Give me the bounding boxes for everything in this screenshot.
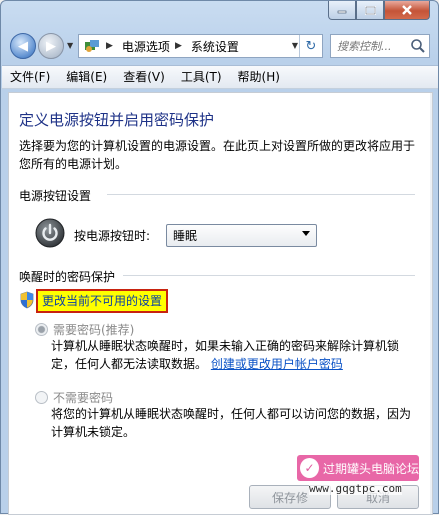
close-button[interactable] — [384, 1, 430, 20]
search-box[interactable] — [330, 34, 430, 58]
watermark-logo-icon: ✓ — [300, 458, 319, 478]
search-icon — [411, 39, 425, 53]
power-button-action-label: 按电源按钮时: — [74, 229, 151, 243]
forum-watermark: ✓ 过期罐头电脑论坛 — [297, 455, 419, 481]
power-button-icon — [35, 218, 65, 248]
menu-file[interactable]: 文件(F) — [2, 66, 58, 88]
page-title: 定义电源按钮并启用密码保护 — [19, 111, 215, 129]
section-divider — [107, 194, 415, 195]
address-bar[interactable]: ▶ 电源选项 ▶ 系统设置 ▼ ↻ — [78, 34, 323, 58]
watermark-url: www.gqgtpc.com — [309, 482, 402, 495]
menu-edit[interactable]: 编辑(E) — [58, 66, 115, 88]
create-password-link[interactable]: 创建或更改用户帐户密码 — [211, 357, 343, 371]
section-divider — [123, 275, 415, 276]
caption-buttons — [328, 1, 430, 21]
breadcrumb-system-settings[interactable]: 系统设置 — [191, 38, 239, 55]
menu-view[interactable]: 查看(V) — [115, 66, 173, 88]
minimize-icon — [337, 10, 347, 14]
refresh-icon: ↻ — [305, 38, 317, 54]
recent-pages-dropdown[interactable]: ▼ — [67, 41, 73, 50]
chevron-down-icon — [302, 231, 310, 236]
power-button-action-select[interactable]: 睡眠 — [166, 224, 317, 247]
breadcrumb-separator-icon: ▶ — [106, 41, 113, 51]
breadcrumb-separator-icon: ▶ — [174, 41, 182, 51]
page-description: 选择要为您的计算机设置的电源设置。在此页上对设置所做的更改将应用于您所有的电源计… — [19, 139, 416, 171]
wake-password-section-label: 唤醒时的密码保护 — [19, 270, 116, 284]
menu-help[interactable]: 帮助(H) — [230, 66, 288, 88]
back-button[interactable]: ◀ — [10, 33, 36, 59]
breadcrumb-power-options[interactable]: 电源选项 — [122, 38, 170, 55]
refresh-button[interactable]: ↻ — [299, 35, 322, 57]
control-panel-icon — [83, 38, 101, 54]
radio-no-password[interactable] — [35, 391, 48, 404]
radio-require-password[interactable] — [35, 323, 48, 336]
menu-bar: 文件(F) 编辑(E) 查看(V) 工具(T) 帮助(H) — [2, 65, 438, 89]
close-icon — [402, 5, 412, 15]
menu-tools[interactable]: 工具(T) — [173, 66, 230, 88]
navigation-bar: ◀ ▶ ▼ ▶ 电源选项 ▶ 系统设置 ▼ ↻ — [1, 29, 438, 61]
window-frame: ◀ ▶ ▼ ▶ 电源选项 ▶ 系统设置 ▼ ↻ 文件(F) 编辑(E) 查看(V… — [0, 0, 439, 515]
power-button-action-value: 睡眠 — [173, 229, 198, 243]
watermark-text: 过期罐头电脑论坛 — [322, 461, 419, 476]
address-dropdown-icon[interactable]: ▼ — [292, 41, 298, 50]
minimize-button[interactable] — [328, 1, 356, 20]
require-password-option[interactable]: 需要密码(推荐) — [35, 321, 134, 338]
require-password-description: 计算机从睡眠状态唤醒时，如果未输入正确的密码来解除计算机锁定，任何人都无法读取数… — [51, 337, 411, 373]
uac-shield-icon — [20, 291, 34, 309]
change-unavailable-settings-link[interactable]: 更改当前不可用的设置 — [36, 289, 169, 313]
content-border — [430, 93, 432, 514]
require-password-label: 需要密码(推荐) — [53, 323, 135, 337]
power-button-section-label: 电源按钮设置 — [19, 189, 92, 203]
content-pane: 定义电源按钮并启用密码保护 选择要为您的计算机设置的电源设置。在此页上对设置所做… — [8, 92, 433, 515]
maximize-icon — [364, 5, 376, 15]
back-arrow-icon: ◀ — [18, 38, 28, 54]
forward-arrow-icon: ▶ — [46, 38, 56, 54]
forward-button[interactable]: ▶ — [38, 33, 64, 59]
no-password-description: 将您的计算机从睡眠状态唤醒时，任何人都可以访问您的数据，因为计算机未锁定。 — [51, 407, 412, 439]
maximize-button[interactable] — [356, 1, 384, 20]
no-password-option[interactable]: 不需要密码 — [35, 389, 113, 406]
no-password-label: 不需要密码 — [53, 391, 114, 405]
search-input[interactable] — [335, 38, 413, 54]
